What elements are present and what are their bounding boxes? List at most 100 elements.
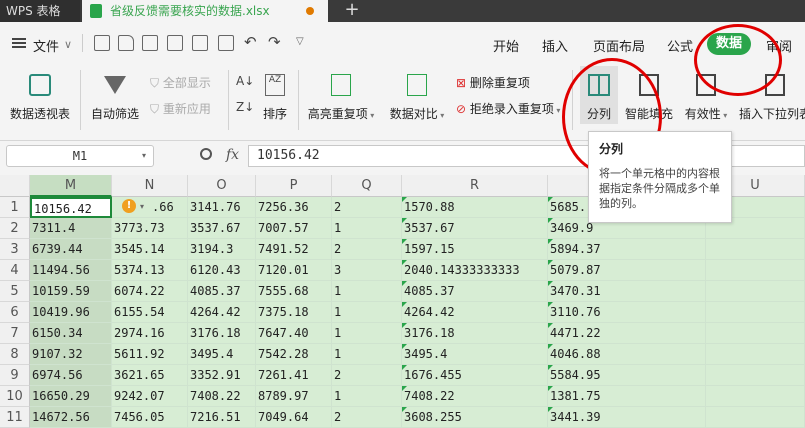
row-header[interactable]: 8 bbox=[0, 344, 30, 365]
redo-icon[interactable]: ↷ bbox=[268, 33, 281, 51]
cell-u[interactable] bbox=[706, 386, 805, 407]
tab-home[interactable]: 开始 bbox=[493, 36, 519, 55]
row-header[interactable]: 5 bbox=[0, 281, 30, 302]
column-header-M[interactable]: M bbox=[30, 175, 112, 197]
cell-r[interactable]: 4085.37 bbox=[402, 281, 548, 302]
cell-q[interactable]: 3 bbox=[332, 260, 402, 281]
autofilter-button[interactable]: 自动筛选 bbox=[88, 70, 142, 122]
column-header-R[interactable]: R bbox=[402, 175, 548, 197]
highlight-duplicates-button[interactable]: 高亮重复项 ▾ bbox=[304, 70, 378, 122]
cell-n[interactable]: 3545.14 bbox=[112, 239, 188, 260]
cell-o[interactable]: 3194.3 bbox=[188, 239, 256, 260]
cell-q[interactable]: 1 bbox=[332, 281, 402, 302]
cell-p[interactable]: 7120.01 bbox=[256, 260, 332, 281]
name-box[interactable]: M1 bbox=[6, 145, 154, 167]
cell-o[interactable]: 4085.37 bbox=[188, 281, 256, 302]
cell-o[interactable]: 3495.4 bbox=[188, 344, 256, 365]
open-folder-icon[interactable] bbox=[118, 35, 134, 51]
fx-icon[interactable]: fx bbox=[226, 147, 239, 163]
cell-s[interactable]: 3441.39 bbox=[548, 407, 706, 428]
cell-p[interactable]: 8789.97 bbox=[256, 386, 332, 407]
cell-q[interactable]: 1 bbox=[332, 218, 402, 239]
cell-s[interactable]: 5079.87 bbox=[548, 260, 706, 281]
chevron-down-icon[interactable]: ∨ bbox=[64, 38, 72, 51]
cell-m[interactable]: 14672.56 bbox=[30, 407, 112, 428]
cell-u[interactable] bbox=[706, 239, 805, 260]
chevron-down-icon[interactable]: ▾ bbox=[140, 202, 144, 211]
cell-m[interactable]: 6974.56 bbox=[30, 365, 112, 386]
cell-p[interactable]: 7542.28 bbox=[256, 344, 332, 365]
column-header-Q[interactable]: Q bbox=[332, 175, 402, 197]
cell-q[interactable]: 2 bbox=[332, 197, 402, 218]
cell-n[interactable]: 5374.13 bbox=[112, 260, 188, 281]
cell-r[interactable]: 1676.455 bbox=[402, 365, 548, 386]
insert-dropdown-list-button[interactable]: 插入下拉列表 bbox=[738, 70, 805, 122]
tab-page-layout[interactable]: 页面布局 bbox=[593, 36, 645, 55]
cell-s[interactable]: 4471.22 bbox=[548, 323, 706, 344]
split-column-button[interactable]: 分列 bbox=[580, 66, 618, 124]
cell-u[interactable] bbox=[706, 407, 805, 428]
cell-q[interactable]: 1 bbox=[332, 323, 402, 344]
cell-u[interactable] bbox=[706, 302, 805, 323]
pivot-table-button[interactable]: 数据透视表 bbox=[8, 70, 72, 122]
cell-n[interactable]: 3621.65 bbox=[112, 365, 188, 386]
column-header-P[interactable]: P bbox=[256, 175, 332, 197]
cell-s[interactable]: 3470.31 bbox=[548, 281, 706, 302]
cell-s[interactable]: 5584.95 bbox=[548, 365, 706, 386]
cell-r[interactable]: 2040.14333333333 bbox=[402, 260, 548, 281]
cell-s[interactable]: 1381.75 bbox=[548, 386, 706, 407]
row-header[interactable]: 7 bbox=[0, 323, 30, 344]
row-header[interactable]: 11 bbox=[0, 407, 30, 428]
save-icon[interactable] bbox=[142, 35, 158, 51]
row-header[interactable]: 9 bbox=[0, 365, 30, 386]
warning-icon[interactable]: ! bbox=[122, 199, 136, 213]
cell-p[interactable]: 7647.40 bbox=[256, 323, 332, 344]
cell-m[interactable]: 10159.59 bbox=[30, 281, 112, 302]
cell-p[interactable]: 7375.18 bbox=[256, 302, 332, 323]
cell-r[interactable]: 3537.67 bbox=[402, 218, 548, 239]
cell-n[interactable]: 6155.54 bbox=[112, 302, 188, 323]
new-tab-button[interactable]: + bbox=[340, 0, 364, 22]
cell-p[interactable]: 7007.57 bbox=[256, 218, 332, 239]
unsaved-indicator-icon[interactable] bbox=[306, 7, 314, 15]
cell-o[interactable]: 3176.18 bbox=[188, 323, 256, 344]
cell-r[interactable]: 7408.22 bbox=[402, 386, 548, 407]
chevron-down-icon[interactable]: ▽ bbox=[296, 36, 304, 47]
reapply-button[interactable]: ⛉ 重新应用 bbox=[150, 100, 211, 117]
cell-u[interactable] bbox=[706, 281, 805, 302]
select-all-corner[interactable] bbox=[0, 175, 30, 197]
cell-u[interactable] bbox=[706, 260, 805, 281]
cell-r[interactable]: 1597.15 bbox=[402, 239, 548, 260]
row-header[interactable]: 1 bbox=[0, 197, 30, 218]
cell-s[interactable]: 3110.76 bbox=[548, 302, 706, 323]
cell-n[interactable]: 3773.73 bbox=[112, 218, 188, 239]
cell-u[interactable] bbox=[706, 323, 805, 344]
print-icon[interactable] bbox=[192, 35, 208, 51]
tab-data[interactable]: 数据 bbox=[707, 33, 751, 55]
sort-button[interactable]: AZ 排序 bbox=[258, 70, 292, 122]
cell-m[interactable]: 6739.44 bbox=[30, 239, 112, 260]
cell-m[interactable]: 16650.29 bbox=[30, 386, 112, 407]
cell-p[interactable]: 7261.41 bbox=[256, 365, 332, 386]
app-tab[interactable]: WPS 表格 bbox=[0, 0, 80, 22]
cell-s[interactable]: 5894.37 bbox=[548, 239, 706, 260]
new-doc-icon[interactable] bbox=[94, 35, 110, 51]
row-header[interactable]: 3 bbox=[0, 239, 30, 260]
cell-s[interactable]: 4046.88 bbox=[548, 344, 706, 365]
row-header[interactable]: 2 bbox=[0, 218, 30, 239]
cell-m[interactable]: 11494.56 bbox=[30, 260, 112, 281]
validity-button[interactable]: 有效性 ▾ bbox=[680, 70, 732, 122]
cell-o[interactable]: 3537.67 bbox=[188, 218, 256, 239]
cell-u[interactable] bbox=[706, 344, 805, 365]
cell-m[interactable]: 9107.32 bbox=[30, 344, 112, 365]
cell-u[interactable] bbox=[706, 365, 805, 386]
cell-r[interactable]: 3176.18 bbox=[402, 323, 548, 344]
cell-o[interactable]: 7408.22 bbox=[188, 386, 256, 407]
reject-duplicates-button[interactable]: ⊘ 拒绝录入重复项 ▾ bbox=[456, 100, 560, 117]
cell-m[interactable]: 6150.34 bbox=[30, 323, 112, 344]
cell-q[interactable]: 2 bbox=[332, 239, 402, 260]
cell-r[interactable]: 1570.88 bbox=[402, 197, 548, 218]
hamburger-icon[interactable] bbox=[12, 38, 26, 48]
cell-o[interactable]: 6120.43 bbox=[188, 260, 256, 281]
cell-p[interactable]: 7555.68 bbox=[256, 281, 332, 302]
